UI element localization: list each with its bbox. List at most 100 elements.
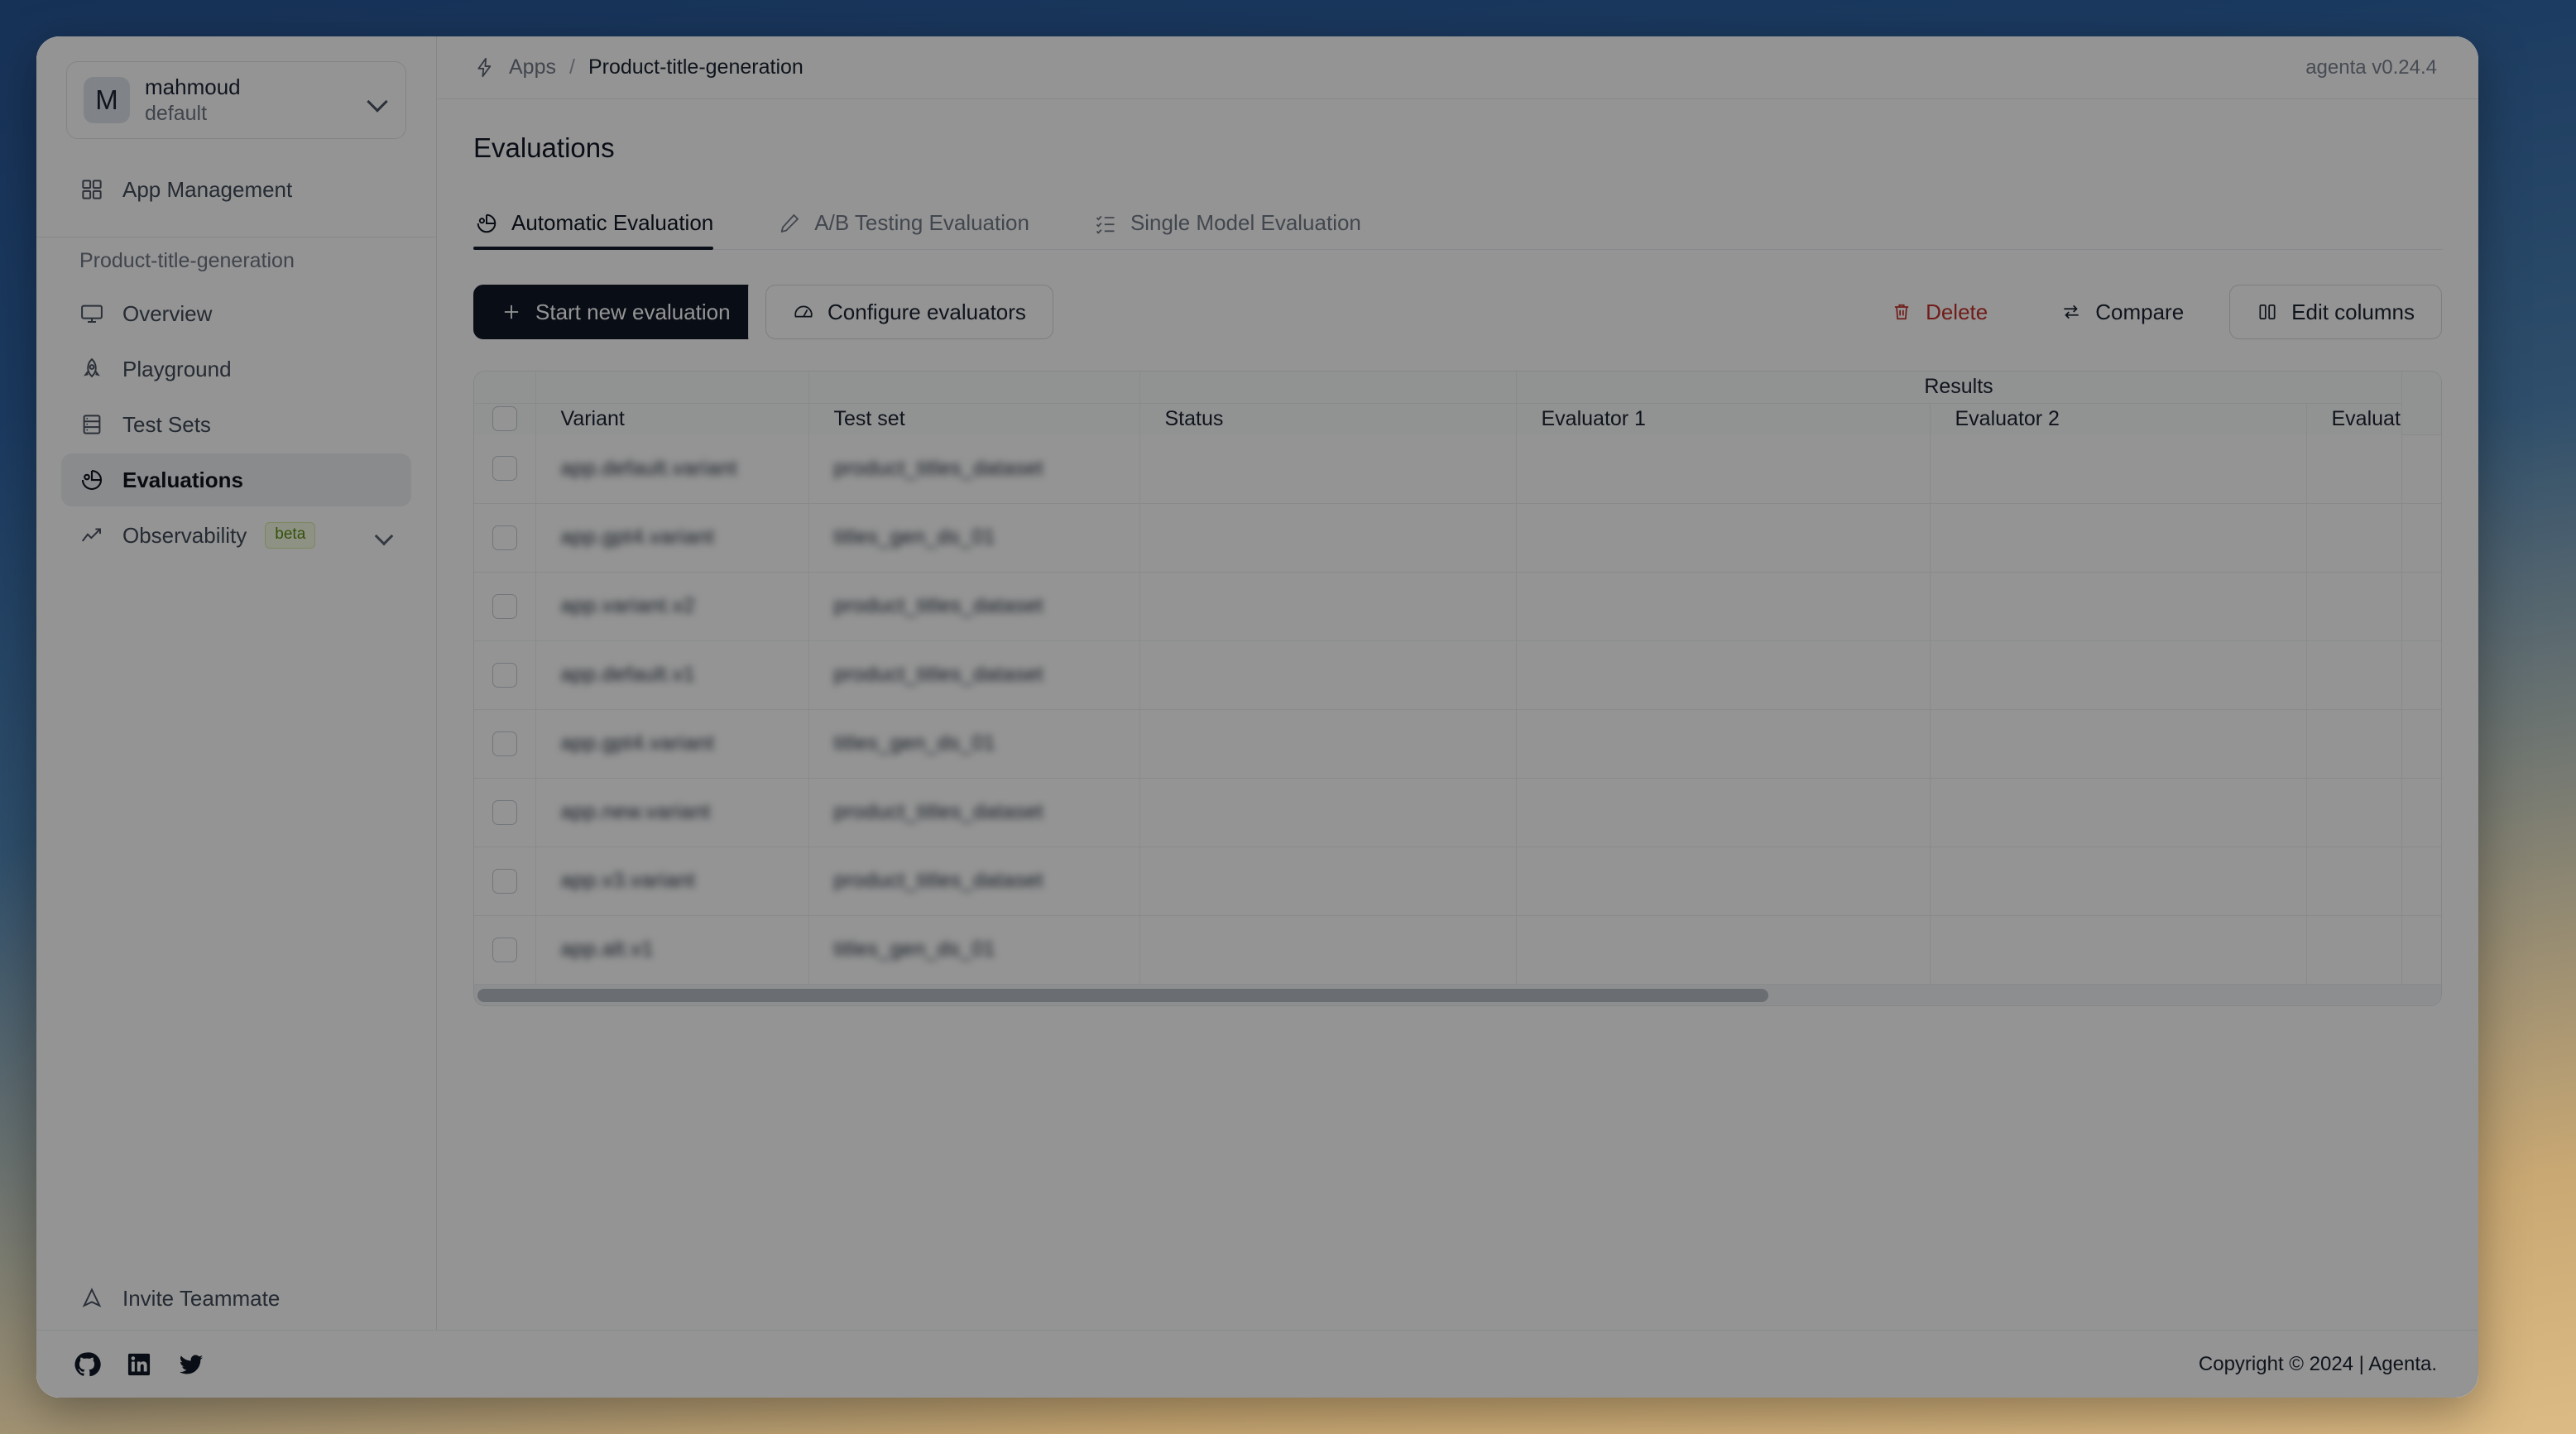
column-header-evaluator-3[interactable]: Evaluat bbox=[2306, 403, 2402, 434]
edit-columns-button[interactable]: Edit columns bbox=[2229, 285, 2442, 339]
page-title: Evaluations bbox=[473, 132, 615, 163]
cell-status bbox=[1139, 777, 1517, 846]
workspace-switcher[interactable]: M mahmoud default bbox=[66, 61, 406, 139]
checklist-icon bbox=[1094, 212, 1117, 235]
redacted-value: product_titles_dataset bbox=[833, 456, 1043, 480]
redacted-value: app.default.variant bbox=[560, 456, 737, 480]
row-checkbox[interactable] bbox=[492, 525, 517, 550]
table-header-row: Variant Test set Status Evaluator 1 Eval… bbox=[474, 403, 2441, 434]
row-select-cell bbox=[474, 708, 536, 778]
settings-gear-icon[interactable] bbox=[2402, 391, 2442, 415]
cell-evaluator-1 bbox=[1516, 434, 1931, 503]
cell-variant: app.gpt4.variant bbox=[535, 708, 809, 778]
row-checkbox[interactable] bbox=[492, 456, 517, 482]
table-row[interactable]: app.alt.v1 titles_gen_ds_01 bbox=[474, 914, 2441, 984]
column-header-evaluator-2[interactable]: Evaluator 2 bbox=[1930, 403, 2307, 434]
column-header-testset[interactable]: Test set bbox=[808, 403, 1140, 434]
github-icon[interactable] bbox=[73, 1350, 101, 1379]
redacted-value: app.new.variant bbox=[560, 800, 711, 823]
redacted-value: product_titles_dataset bbox=[833, 869, 1043, 892]
breadcrumb-root[interactable]: Apps bbox=[509, 55, 556, 79]
horizontal-scrollbar[interactable] bbox=[474, 984, 2441, 1005]
cell-evaluator-3 bbox=[2306, 502, 2402, 572]
cell-testset: titles_gen_ds_01 bbox=[808, 502, 1140, 572]
row-checkbox[interactable] bbox=[492, 937, 517, 962]
row-menu-cell bbox=[2401, 571, 2441, 640]
scrollbar-thumb[interactable] bbox=[477, 989, 1768, 1002]
configure-evaluators-button[interactable]: Configure evaluators bbox=[765, 285, 1053, 339]
column-header-evaluator-1[interactable]: Evaluator 1 bbox=[1516, 403, 1931, 434]
columns-icon bbox=[2257, 301, 2278, 323]
cell-testset: product_titles_dataset bbox=[808, 571, 1140, 640]
results-group-header: Results bbox=[1516, 372, 2402, 404]
start-new-evaluation-label: Start new evaluation bbox=[535, 299, 731, 324]
row-select-cell bbox=[474, 640, 536, 709]
sidebar-item-invite-teammate[interactable]: Invite Teammate bbox=[61, 1272, 411, 1325]
table-row[interactable]: app.v3.variant product_titles_dataset bbox=[474, 846, 2441, 915]
edit-columns-label: Edit columns bbox=[2291, 299, 2415, 324]
tab-automatic-evaluation[interactable]: Automatic Evaluation bbox=[473, 210, 741, 250]
select-all-cell bbox=[474, 403, 536, 434]
cell-evaluator-1 bbox=[1516, 777, 1931, 846]
plus-icon bbox=[501, 301, 522, 323]
row-select-cell bbox=[474, 777, 536, 846]
sidebar-item-label: Test Sets bbox=[122, 411, 211, 437]
compare-label: Compare bbox=[2095, 299, 2185, 324]
table-row[interactable]: app.default.v1 product_titles_dataset bbox=[474, 640, 2441, 709]
row-menu-cell bbox=[2401, 914, 2441, 984]
row-checkbox[interactable] bbox=[492, 868, 517, 894]
row-checkbox[interactable] bbox=[492, 731, 517, 756]
table-row[interactable]: app.default.variant product_titles_datase… bbox=[474, 434, 2441, 503]
sidebar-item-observability[interactable]: Observability beta bbox=[61, 509, 411, 562]
footer: Copyright © 2024 | Agenta. bbox=[36, 1330, 2478, 1398]
row-checkbox[interactable] bbox=[492, 593, 517, 619]
version-label: agenta v0.24.4 bbox=[2305, 55, 2437, 79]
row-menu-cell bbox=[2401, 434, 2441, 503]
delete-button[interactable]: Delete bbox=[1864, 285, 2015, 339]
sidebar-item-overview[interactable]: Overview bbox=[61, 287, 411, 340]
sidebar-item-test-sets[interactable]: Test Sets bbox=[61, 398, 411, 451]
cell-evaluator-3 bbox=[2306, 708, 2402, 778]
lightning-bolt-icon bbox=[473, 56, 496, 79]
tab-ab-testing-evaluation[interactable]: A/B Testing Evaluation bbox=[776, 210, 1058, 249]
table-row[interactable]: app.gpt4.variant titles_gen_ds_01 bbox=[474, 502, 2441, 572]
cell-status bbox=[1139, 571, 1517, 640]
row-checkbox[interactable] bbox=[492, 662, 517, 688]
cell-evaluator-2 bbox=[1930, 434, 2307, 503]
cell-variant: app.v3.variant bbox=[535, 846, 809, 915]
sidebar-item-label: Evaluations bbox=[122, 467, 243, 492]
sidebar-item-evaluations[interactable]: Evaluations bbox=[61, 453, 411, 506]
row-menu-cell bbox=[2401, 708, 2441, 778]
chevron-down-icon bbox=[367, 94, 389, 107]
column-header-variant[interactable]: Variant bbox=[535, 403, 809, 434]
cell-testset: product_titles_dataset bbox=[808, 434, 1140, 503]
grid-icon bbox=[79, 177, 104, 202]
row-menu-cell bbox=[2401, 777, 2441, 846]
pencil-icon bbox=[778, 212, 801, 235]
table-row[interactable]: app.new.variant product_titles_dataset bbox=[474, 777, 2441, 846]
toolbar: Start new evaluation Delete Compare Edit… bbox=[473, 274, 2442, 350]
sidebar-item-label: Playground bbox=[122, 356, 232, 381]
workspace-name: mahmoud bbox=[145, 74, 241, 99]
start-new-evaluation-button[interactable]: Start new evaluation bbox=[473, 285, 758, 339]
cell-evaluator-3 bbox=[2306, 571, 2402, 640]
select-all-checkbox[interactable] bbox=[492, 406, 517, 432]
cell-status bbox=[1139, 640, 1517, 709]
table-row[interactable]: app.gpt4.variant titles_gen_ds_01 bbox=[474, 708, 2441, 778]
twitter-icon[interactable] bbox=[177, 1350, 205, 1379]
redacted-value: app.gpt4.variant bbox=[560, 731, 715, 755]
compare-button[interactable]: Compare bbox=[2033, 285, 2211, 339]
chevron-down-icon[interactable] bbox=[375, 530, 393, 541]
redacted-value: app.alt.v1 bbox=[560, 938, 654, 962]
sidebar-group-title: Product-title-generation bbox=[79, 249, 295, 272]
sidebar-item-app-management[interactable]: App Management bbox=[61, 163, 411, 216]
column-header-status[interactable]: Status bbox=[1139, 403, 1517, 434]
sidebar-item-playground[interactable]: Playground bbox=[61, 343, 411, 396]
linkedin-icon[interactable] bbox=[126, 1351, 152, 1378]
table-row[interactable]: app.variant.v2 product_titles_dataset bbox=[474, 571, 2441, 640]
tab-single-model-evaluation[interactable]: Single Model Evaluation bbox=[1092, 210, 1389, 249]
cell-variant: app.default.variant bbox=[535, 434, 809, 503]
row-checkbox[interactable] bbox=[492, 799, 517, 825]
status-group-cell bbox=[1139, 372, 1517, 404]
cell-variant: app.default.v1 bbox=[535, 640, 809, 709]
